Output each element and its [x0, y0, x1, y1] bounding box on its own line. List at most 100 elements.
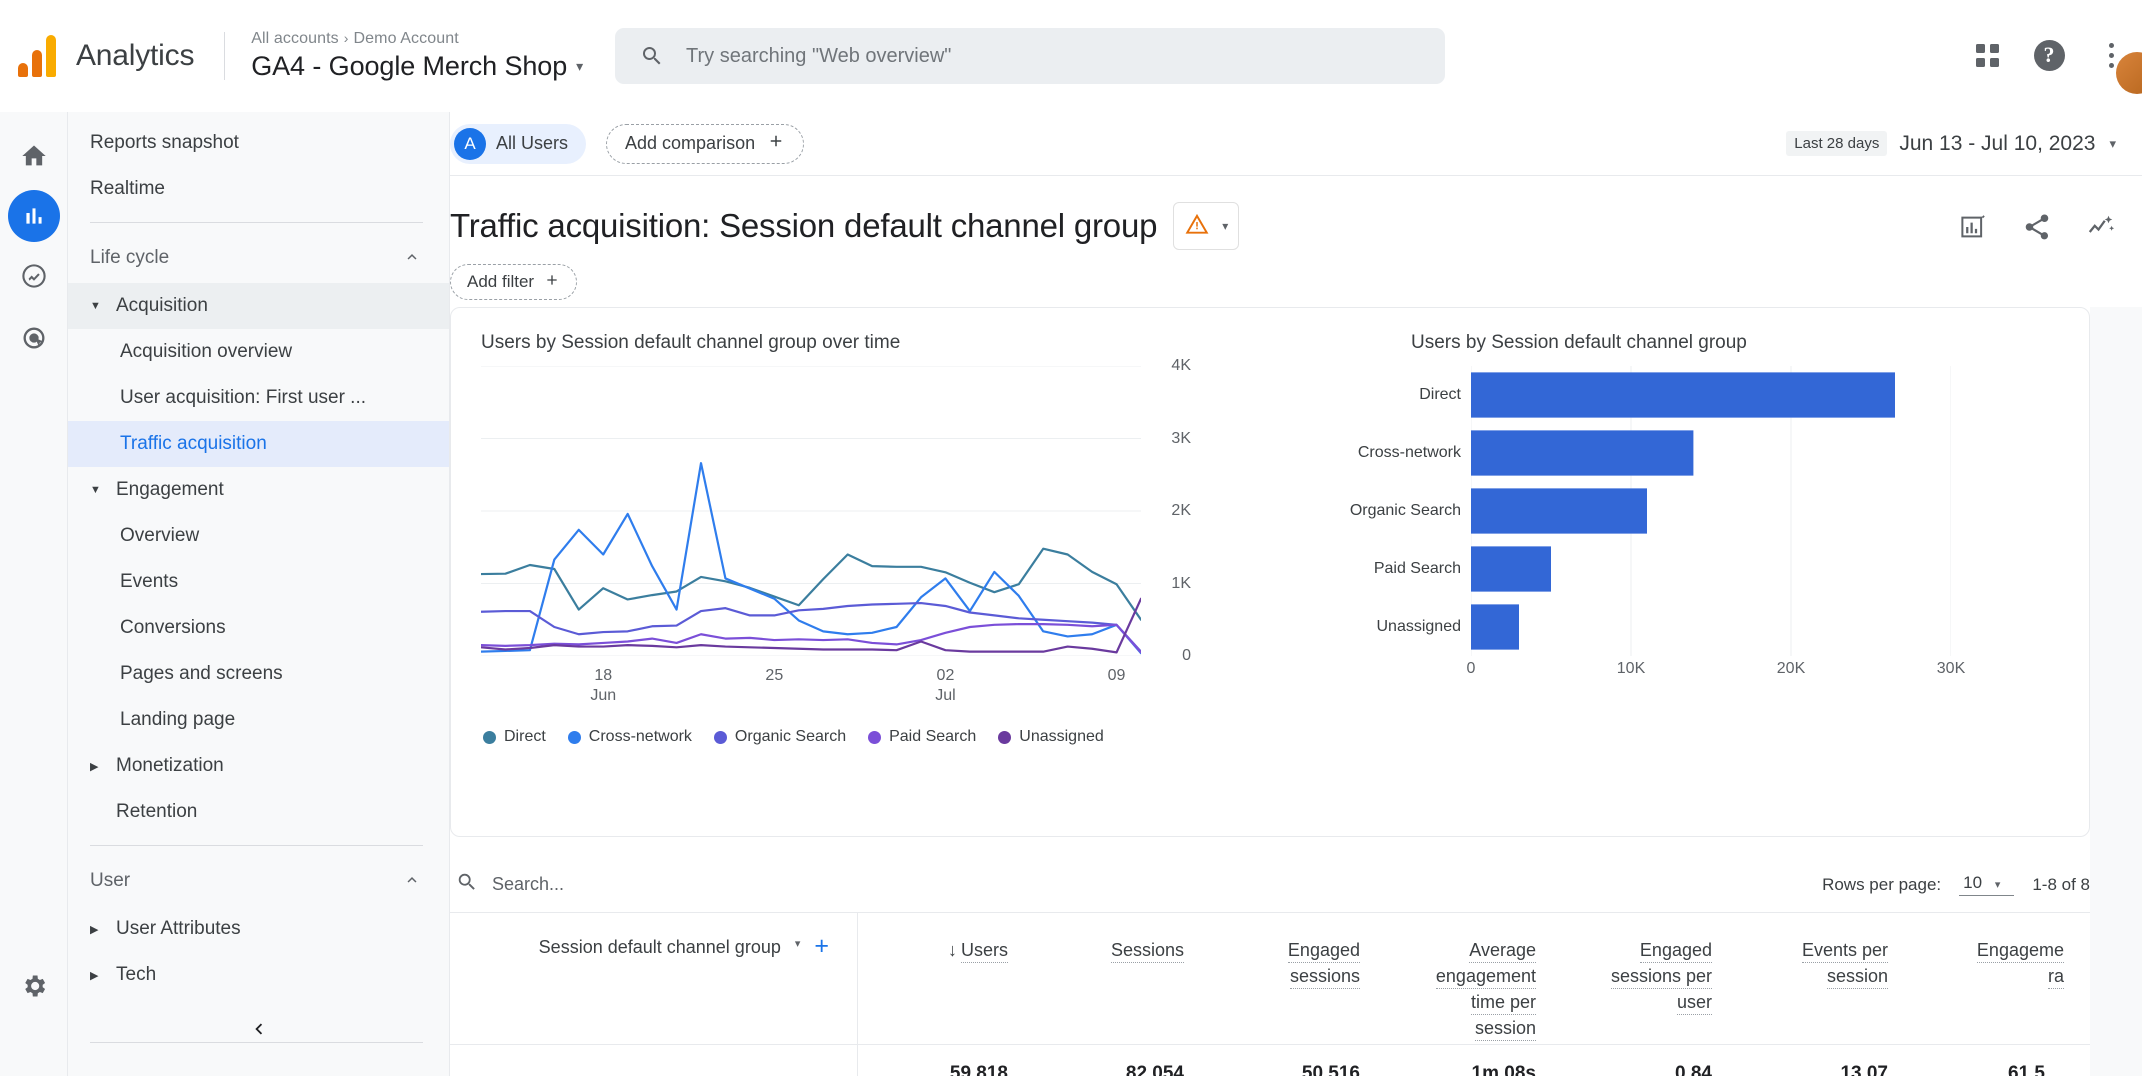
report-actions: [1958, 212, 2116, 242]
chevron-down-icon[interactable]: ▾: [795, 937, 801, 950]
add-filter-button[interactable]: Add filter: [450, 264, 578, 300]
icon-rail: [0, 112, 68, 1076]
add-dimension-icon[interactable]: +: [814, 934, 829, 959]
brand-name: Analytics: [76, 39, 195, 72]
sidebar-group-monetization[interactable]: Monetization: [68, 743, 449, 789]
date-range-selector[interactable]: Last 28 days Jun 13 - Jul 10, 2023 ▾: [1786, 131, 2116, 156]
sidebar-item-acquisition-overview[interactable]: Acquisition overview: [68, 329, 449, 375]
table-column-header[interactable]: Engaged sessions: [1210, 913, 1386, 1044]
sidebar-collapse-button[interactable]: [68, 1004, 449, 1054]
data-quality-warning-button[interactable]: ▾: [1173, 202, 1240, 250]
chevron-up-icon[interactable]: [403, 871, 421, 892]
table-column-header[interactable]: Average engagement time per session: [1386, 913, 1562, 1044]
page-title: Traffic acquisition: Session default cha…: [450, 202, 2142, 250]
table-column-header[interactable]: Engageme ra: [1914, 913, 2090, 1044]
table-cell-value: 59,818: [949, 1063, 1008, 1076]
x-tick-label: 18 Jun: [590, 666, 616, 706]
legend-item[interactable]: Direct: [483, 728, 546, 746]
bar-chart-panel: Users by Session default channel group D…: [1350, 308, 2089, 836]
table-column-header[interactable]: Engaged sessions per user: [1562, 913, 1738, 1044]
table-cell-value: 61.5…: [2008, 1063, 2064, 1076]
legend-item[interactable]: Organic Search: [713, 728, 846, 746]
date-range-text: Jun 13 - Jul 10, 2023: [1899, 131, 2096, 155]
edit-report-icon[interactable]: [1958, 212, 1988, 242]
bar: [1471, 488, 1647, 534]
y-tick-label: 4K: [1171, 357, 1191, 374]
bar-chart[interactable]: [1471, 366, 1951, 656]
apps-grid-icon[interactable]: [1956, 24, 2018, 86]
gear-icon[interactable]: [6, 958, 62, 1014]
table-search-input[interactable]: Search...: [450, 871, 564, 898]
line-chart[interactable]: [481, 366, 1141, 656]
column-header-line: sessions: [1210, 963, 1360, 990]
dimension-label[interactable]: Session default channel group: [539, 937, 781, 958]
table-cell-value: 50,516: [1301, 1063, 1360, 1076]
sidebar-item-overview[interactable]: Overview: [68, 513, 449, 559]
sidebar-group-label: Tech: [116, 964, 157, 985]
sidebar-item-retention[interactable]: Retention: [68, 789, 449, 835]
breadcrumb-child: Demo Account: [353, 30, 459, 47]
explore-icon[interactable]: [6, 248, 62, 304]
reports-icon[interactable]: [7, 190, 60, 242]
segment-label: All Users: [496, 133, 569, 153]
legend-label: Cross-network: [588, 728, 692, 745]
help-icon[interactable]: ?: [2018, 24, 2080, 86]
legend-color-dot: [483, 730, 496, 744]
search-input[interactable]: Try searching "Web overview": [615, 28, 1445, 84]
sidebar-group-engagement[interactable]: Engagement: [68, 467, 449, 513]
sidebar-item-label: Overview: [120, 525, 200, 546]
sidebar-item-pages-and-screens[interactable]: Pages and screens: [68, 651, 449, 697]
legend-color-dot: [713, 730, 727, 744]
sort-arrow-icon: ↓: [947, 940, 957, 960]
sidebar-group-label: Engagement: [116, 479, 224, 500]
advertising-icon[interactable]: [6, 310, 62, 366]
sidebar-item-reports-snapshot[interactable]: Reports snapshot: [68, 120, 449, 166]
sidebar-item-events[interactable]: Events: [68, 559, 449, 605]
chevron-up-icon[interactable]: [403, 248, 421, 269]
bar-x-tick-label: 10K: [1616, 660, 1646, 677]
add-comparison-button[interactable]: Add comparison: [606, 123, 805, 164]
insights-icon[interactable]: [2086, 212, 2116, 242]
table-column-header[interactable]: Sessions: [1034, 913, 1210, 1044]
column-header-line: session: [1738, 963, 1888, 990]
table-cell-value: 0.84: [1675, 1063, 1712, 1076]
column-header-line: sessions per: [1562, 963, 1712, 990]
rows-per-page-select[interactable]: 10 ▾: [1959, 873, 2015, 896]
column-header-line: Sessions: [1034, 937, 1184, 963]
sidebar-item-user-acquisition[interactable]: User acquisition: First user ...: [68, 375, 449, 421]
sidebar-group-tech[interactable]: Tech: [68, 952, 449, 998]
legend-color-dot: [998, 730, 1012, 744]
x-tick-label: 25: [765, 666, 783, 686]
legend-item[interactable]: Unassigned: [998, 728, 1104, 746]
sidebar-item-realtime[interactable]: Realtime: [68, 166, 449, 212]
pagination-controls: Rows per page: 10 ▾ 1-8 of 8: [1822, 873, 2090, 896]
share-icon[interactable]: [2022, 212, 2052, 242]
account-selector[interactable]: All accounts › Demo Account GA4 - Google M…: [251, 30, 583, 82]
legend-item[interactable]: Paid Search: [868, 728, 976, 746]
sidebar-item-label: Retention: [116, 801, 198, 822]
property-name[interactable]: GA4 - Google Merch Shop ▾: [251, 51, 583, 82]
segment-chip-all-users[interactable]: A All Users: [450, 123, 587, 164]
column-header-line: Average: [1386, 937, 1536, 963]
sidebar-item-conversions[interactable]: Conversions: [68, 605, 449, 651]
sidebar-group-label: Monetization: [116, 755, 224, 776]
search-icon: [640, 44, 664, 68]
home-icon[interactable]: [6, 128, 62, 184]
sidebar-item-traffic-acquisition[interactable]: Traffic acquisition: [68, 421, 449, 467]
sidebar-item-landing-page[interactable]: Landing page: [68, 697, 449, 743]
sidebar-group-acquisition[interactable]: Acquisition: [68, 283, 449, 329]
column-header-line: Events per: [1738, 937, 1888, 963]
triangle-right-icon: [90, 923, 108, 936]
sidebar-item-label: Conversions: [120, 617, 226, 638]
chevron-down-icon: ▾: [1222, 219, 1229, 233]
table-totals-cells: 59,818 82,054 50,516 1m 08s 0.84 13.07 61.5…: [858, 1063, 2090, 1076]
sidebar-item-label: Traffic acquisition: [120, 433, 267, 454]
x-tick-day: 18: [594, 667, 613, 684]
column-header-line: Engaged: [1562, 937, 1712, 963]
table-header-row: Session default channel group ▾ + ↓ Users…: [450, 913, 2090, 1045]
legend-item[interactable]: Cross-network: [567, 728, 692, 746]
table-column-header[interactable]: ↓ Users: [858, 913, 1034, 1044]
sidebar-group-user-attributes[interactable]: User Attributes: [68, 906, 449, 952]
table-column-header[interactable]: Events per session: [1738, 913, 1914, 1044]
comparison-bar: A All Users Add comparison Last 28 days …: [450, 112, 2142, 176]
